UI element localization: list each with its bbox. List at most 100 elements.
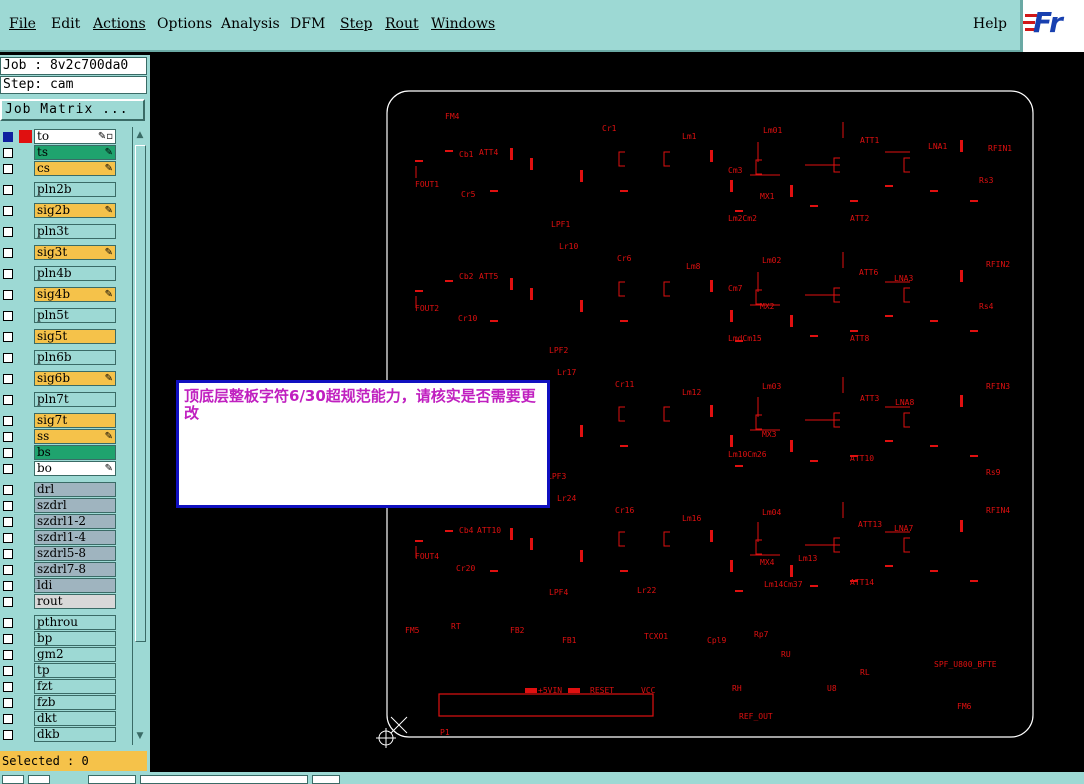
layer-checkbox[interactable]: [3, 395, 13, 405]
layer-name[interactable]: pln5t: [34, 308, 116, 323]
layer-name[interactable]: szdrl5-8: [34, 546, 116, 561]
layer-name[interactable]: sig6b ✎: [34, 371, 116, 386]
layer-row-tp[interactable]: tp: [0, 663, 132, 679]
layer-color-chip[interactable]: [19, 204, 32, 217]
layer-row-dkt[interactable]: dkt: [0, 711, 132, 727]
layer-name[interactable]: ts ✎: [34, 145, 116, 160]
layer-row-sig7t[interactable]: sig7t: [0, 413, 132, 429]
layer-row-sig4b[interactable]: sig4b ✎: [0, 287, 132, 303]
layer-color-chip[interactable]: [19, 547, 32, 560]
layer-checkbox[interactable]: [3, 650, 13, 660]
layer-color-chip[interactable]: [19, 579, 32, 592]
layer-name[interactable]: fzt: [34, 679, 116, 694]
menu-options[interactable]: Options: [157, 16, 212, 32]
layer-name[interactable]: sig7t: [34, 413, 116, 428]
layer-name[interactable]: ss ✎: [34, 429, 116, 444]
layer-row-drl[interactable]: drl: [0, 482, 132, 498]
layer-name[interactable]: szdrl7-8: [34, 562, 116, 577]
layer-row-ss[interactable]: ss ✎: [0, 429, 132, 445]
layer-name[interactable]: sig3t ✎: [34, 245, 116, 260]
layer-checkbox[interactable]: [3, 682, 13, 692]
layer-row-sig5t[interactable]: sig5t: [0, 329, 132, 345]
layer-checkbox[interactable]: [3, 353, 13, 363]
layer-row-ts[interactable]: ts ✎: [0, 145, 132, 161]
layer-row-pthrou[interactable]: pthrou: [0, 615, 132, 631]
layer-color-chip[interactable]: [19, 351, 32, 364]
layer-checkbox[interactable]: [3, 565, 13, 575]
layer-checkbox[interactable]: [3, 464, 13, 474]
layer-row-dkb[interactable]: dkb: [0, 727, 132, 743]
menu-analysis[interactable]: Analysis: [221, 16, 280, 32]
layer-checkbox[interactable]: [3, 581, 13, 591]
layer-row-szdrl7-8[interactable]: szdrl7-8: [0, 562, 132, 578]
layer-color-chip[interactable]: [19, 267, 32, 280]
layer-color-chip[interactable]: [19, 288, 32, 301]
layer-name[interactable]: rout: [34, 594, 116, 609]
layer-checkbox[interactable]: [3, 132, 13, 142]
layer-row-ldi[interactable]: ldi: [0, 578, 132, 594]
layer-checkbox[interactable]: [3, 517, 13, 527]
layer-color-chip[interactable]: [19, 372, 32, 385]
layer-name[interactable]: sig5t: [34, 329, 116, 344]
layer-row-szdrl1-2[interactable]: szdrl1-2: [0, 514, 132, 530]
layer-name[interactable]: pln6b: [34, 350, 116, 365]
layer-checkbox[interactable]: [3, 185, 13, 195]
layer-row-pln5t[interactable]: pln5t: [0, 308, 132, 324]
layer-row-pln7t[interactable]: pln7t: [0, 392, 132, 408]
layer-checkbox[interactable]: [3, 332, 13, 342]
layer-checkbox[interactable]: [3, 597, 13, 607]
layer-name[interactable]: drl: [34, 482, 116, 497]
layer-color-chip[interactable]: [19, 648, 32, 661]
menu-step[interactable]: Step: [340, 16, 372, 32]
layer-checkbox[interactable]: [3, 698, 13, 708]
layer-checkbox[interactable]: [3, 432, 13, 442]
layer-checkbox[interactable]: [3, 269, 13, 279]
layer-color-chip[interactable]: [19, 595, 32, 608]
layer-name[interactable]: sig2b ✎: [34, 203, 116, 218]
layer-checkbox[interactable]: [3, 618, 13, 628]
menu-file[interactable]: File: [9, 16, 36, 32]
layer-color-chip[interactable]: [19, 130, 32, 143]
layer-checkbox[interactable]: [3, 448, 13, 458]
layer-color-chip[interactable]: [19, 183, 32, 196]
layer-color-chip[interactable]: [19, 680, 32, 693]
layer-color-chip[interactable]: [19, 225, 32, 238]
layer-name[interactable]: to ✎▫: [34, 129, 116, 144]
menu-windows[interactable]: Windows: [431, 16, 495, 32]
layer-checkbox[interactable]: [3, 730, 13, 740]
scroll-up-icon[interactable]: ▲: [134, 129, 146, 141]
menu-actions[interactable]: Actions: [93, 16, 146, 32]
layer-row-to[interactable]: to ✎▫: [0, 129, 132, 145]
layer-color-chip[interactable]: [19, 483, 32, 496]
layer-checkbox[interactable]: [3, 416, 13, 426]
layer-checkbox[interactable]: [3, 533, 13, 543]
job-matrix-button[interactable]: Job Matrix ...: [0, 99, 145, 121]
layer-checkbox[interactable]: [3, 290, 13, 300]
layer-color-chip[interactable]: [19, 146, 32, 159]
layer-row-bp[interactable]: bp: [0, 631, 132, 647]
layer-name[interactable]: bo ✎: [34, 461, 116, 476]
layer-checkbox[interactable]: [3, 206, 13, 216]
layer-row-szdrl1-4[interactable]: szdrl1-4: [0, 530, 132, 546]
layer-color-chip[interactable]: [19, 696, 32, 709]
layer-checkbox[interactable]: [3, 485, 13, 495]
layer-name[interactable]: szdrl1-2: [34, 514, 116, 529]
layer-name[interactable]: pln7t: [34, 392, 116, 407]
layer-row-sig6b[interactable]: sig6b ✎: [0, 371, 132, 387]
menu-help[interactable]: Help: [973, 16, 1007, 32]
layer-color-chip[interactable]: [19, 563, 32, 576]
layer-color-chip[interactable]: [19, 632, 32, 645]
layer-row-fzt[interactable]: fzt: [0, 679, 132, 695]
layer-checkbox[interactable]: [3, 714, 13, 724]
layer-checkbox[interactable]: [3, 311, 13, 321]
bottom-field-2[interactable]: [140, 775, 308, 784]
layer-row-pln4b[interactable]: pln4b: [0, 266, 132, 282]
layer-name[interactable]: sig4b ✎: [34, 287, 116, 302]
layer-list-scrollbar[interactable]: ▲ ▼: [132, 127, 147, 745]
menu-dfm[interactable]: DFM: [290, 16, 325, 32]
layer-name[interactable]: dkb: [34, 727, 116, 742]
layer-name[interactable]: szdrl: [34, 498, 116, 513]
layer-name[interactable]: dkt: [34, 711, 116, 726]
layer-row-pln3t[interactable]: pln3t: [0, 224, 132, 240]
layer-name[interactable]: pthrou: [34, 615, 116, 630]
